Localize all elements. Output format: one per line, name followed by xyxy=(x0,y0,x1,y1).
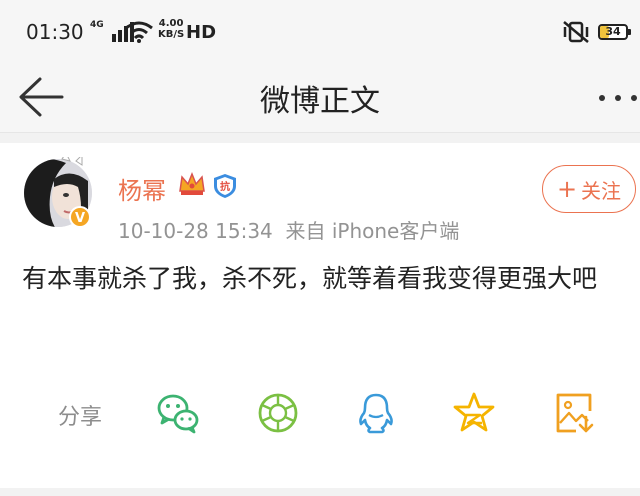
hd-indicator: HD xyxy=(186,22,217,43)
follow-button[interactable]: + 关注 xyxy=(542,165,636,213)
post-meta: 10-10-28 15:34 来自 iPhone客户端 xyxy=(118,215,459,244)
follow-label: 关注 xyxy=(581,178,622,203)
vibrate-mute-icon xyxy=(563,21,589,43)
wechat-icon[interactable] xyxy=(156,391,200,435)
post-card: V 杨幂 抗 10-10-28 15:34 来自 iPhone客户端 + 关注 … xyxy=(0,143,640,488)
anti-epidemic-badge-icon: 抗 xyxy=(214,174,236,198)
username[interactable]: 杨幂 xyxy=(118,171,166,206)
svg-text:V: V xyxy=(75,211,85,226)
network-type: 4G xyxy=(90,20,104,30)
status-bar: 01:30 4G 4.00 KB/S HD 34 xyxy=(0,0,640,64)
post-source: 来自 iPhone客户端 xyxy=(285,219,460,243)
more-options-icon[interactable] xyxy=(598,88,638,108)
post-text: 有本事就杀了我，杀不死，就等着看我变得更强大吧 xyxy=(22,264,598,293)
share-label: 分享 xyxy=(58,405,103,430)
save-image-icon[interactable] xyxy=(554,391,598,435)
avatar[interactable]: V xyxy=(22,157,94,229)
crown-member-icon xyxy=(179,171,205,195)
bottom-divider xyxy=(0,488,640,496)
navigation-bar: 微博正文 xyxy=(0,64,640,133)
wifi-icon xyxy=(125,21,153,43)
svg-text:抗: 抗 xyxy=(220,180,230,193)
qq-icon[interactable] xyxy=(354,391,398,435)
post-timestamp: 10-10-28 15:34 xyxy=(118,219,273,243)
network-speed: 4.00 KB/S xyxy=(158,18,185,40)
battery-indicator: 34 xyxy=(598,24,631,40)
share-bar: 分享 xyxy=(0,391,640,435)
section-divider xyxy=(0,133,640,143)
moments-icon[interactable] xyxy=(256,391,300,435)
plus-icon: + xyxy=(556,175,578,203)
page-title: 微博正文 xyxy=(260,84,380,119)
status-time: 01:30 xyxy=(26,20,84,44)
qzone-star-icon[interactable] xyxy=(452,391,496,435)
